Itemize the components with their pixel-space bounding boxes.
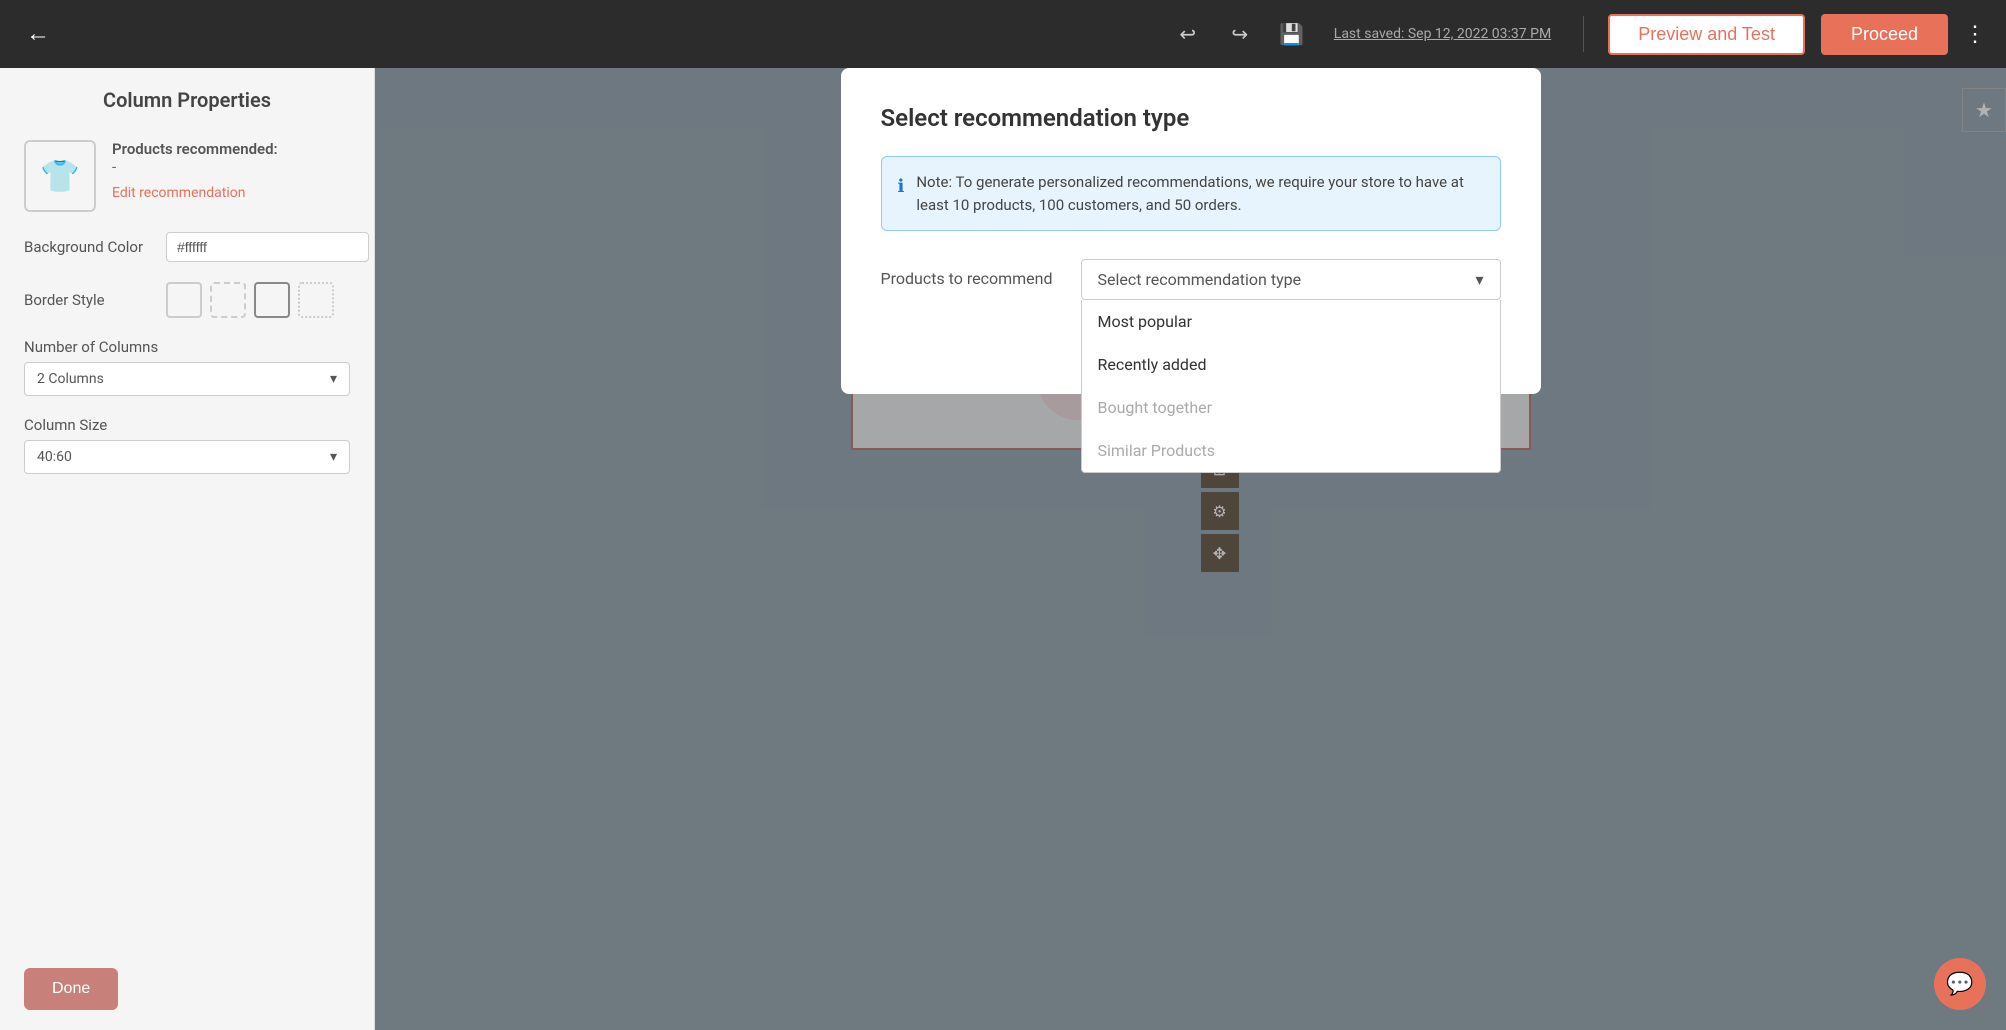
save-icon-button[interactable]: 💾	[1274, 16, 1310, 52]
shirt-icon: 👕	[40, 157, 80, 195]
column-size-dropdown[interactable]: 40:60 ▾	[24, 440, 350, 474]
border-option-dashed[interactable]	[210, 282, 246, 318]
dropdown-chevron: ▾	[1475, 270, 1483, 289]
recommendation-type-dropdown-container: Select recommendation type ▾ Most popula…	[1081, 259, 1501, 300]
products-recommended-label: Products recommended:	[112, 140, 350, 158]
products-to-recommend-row: Products to recommend Select recommendat…	[881, 259, 1501, 300]
dropdown-option-bought-together: Bought together	[1082, 386, 1500, 429]
num-columns-value: 2 Columns	[37, 371, 104, 387]
modal-title: Select recommendation type	[881, 104, 1501, 132]
recommendation-type-dropdown[interactable]: Select recommendation type ▾	[1081, 259, 1501, 300]
dropdown-option-most-popular[interactable]: Most popular	[1082, 300, 1500, 343]
border-style-label: Border Style	[24, 291, 154, 309]
column-properties-panel: Column Properties 👕 Products recommended…	[0, 68, 375, 1030]
border-option-double[interactable]	[254, 282, 290, 318]
dropdown-option-recently-added[interactable]: Recently added	[1082, 343, 1500, 386]
background-color-input[interactable]	[166, 232, 369, 262]
proceed-button[interactable]: Proceed	[1821, 14, 1948, 55]
num-columns-row: Number of Columns 2 Columns ▾	[24, 338, 350, 396]
column-size-row: Column Size 40:60 ▾	[24, 416, 350, 474]
topbar-divider	[1583, 16, 1584, 52]
column-size-label: Column Size	[24, 416, 350, 434]
product-preview-row: 👕 Products recommended: - Edit recommend…	[24, 140, 350, 212]
canvas-area: ★ Upto 25% off Shop Now 👕 $[PR:TITLE]$ $…	[375, 68, 2006, 1030]
topbar: ← ↩ ↪ 💾 Last saved: Sep 12, 2022 03:37 P…	[0, 0, 2006, 68]
back-button[interactable]: ←	[20, 16, 56, 52]
modal-note: ℹ Note: To generate personalized recomme…	[881, 156, 1501, 231]
num-columns-chevron: ▾	[330, 371, 337, 387]
preview-and-test-button[interactable]: Preview and Test	[1608, 14, 1805, 55]
column-size-chevron: ▾	[330, 449, 337, 465]
last-saved-text: Last saved: Sep 12, 2022 03:37 PM	[1334, 26, 1551, 42]
background-color-row: Background Color	[24, 232, 350, 262]
chat-button[interactable]: 💬	[1934, 958, 1986, 1010]
num-columns-dropdown[interactable]: 2 Columns ▾	[24, 362, 350, 396]
recommendation-type-modal: Select recommendation type ℹ Note: To ge…	[841, 68, 1541, 394]
column-size-value: 40:60	[37, 449, 72, 465]
border-option-solid[interactable]	[166, 282, 202, 318]
products-to-recommend-label: Products to recommend	[881, 259, 1061, 288]
background-color-label: Background Color	[24, 238, 154, 256]
sidebar-title: Column Properties	[24, 88, 350, 112]
undo-button[interactable]: ↩	[1170, 16, 1206, 52]
recommendation-type-dropdown-menu: Most popular Recently added Bought toget…	[1081, 300, 1501, 473]
redo-button[interactable]: ↪	[1222, 16, 1258, 52]
border-style-row: Border Style	[24, 282, 350, 318]
product-info: Products recommended: - Edit recommendat…	[112, 140, 350, 201]
info-icon: ℹ	[898, 173, 905, 200]
more-options-button[interactable]: ⋮	[1964, 21, 1986, 47]
dropdown-placeholder: Select recommendation type	[1098, 270, 1302, 289]
edit-recommendation-link[interactable]: Edit recommendation	[112, 185, 245, 201]
border-style-options	[166, 282, 334, 318]
num-columns-label: Number of Columns	[24, 338, 350, 356]
border-option-dotted[interactable]	[298, 282, 334, 318]
product-icon: 👕	[24, 140, 96, 212]
done-button[interactable]: Done	[24, 968, 118, 1010]
modal-note-text: Note: To generate personalized recommend…	[916, 171, 1483, 216]
chat-icon: 💬	[1946, 971, 1973, 997]
modal-overlay: Select recommendation type ℹ Note: To ge…	[375, 68, 2006, 1030]
products-recommended-value: -	[112, 158, 350, 176]
dropdown-option-similar-products: Similar Products	[1082, 429, 1500, 472]
main-layout: Column Properties 👕 Products recommended…	[0, 68, 2006, 1030]
